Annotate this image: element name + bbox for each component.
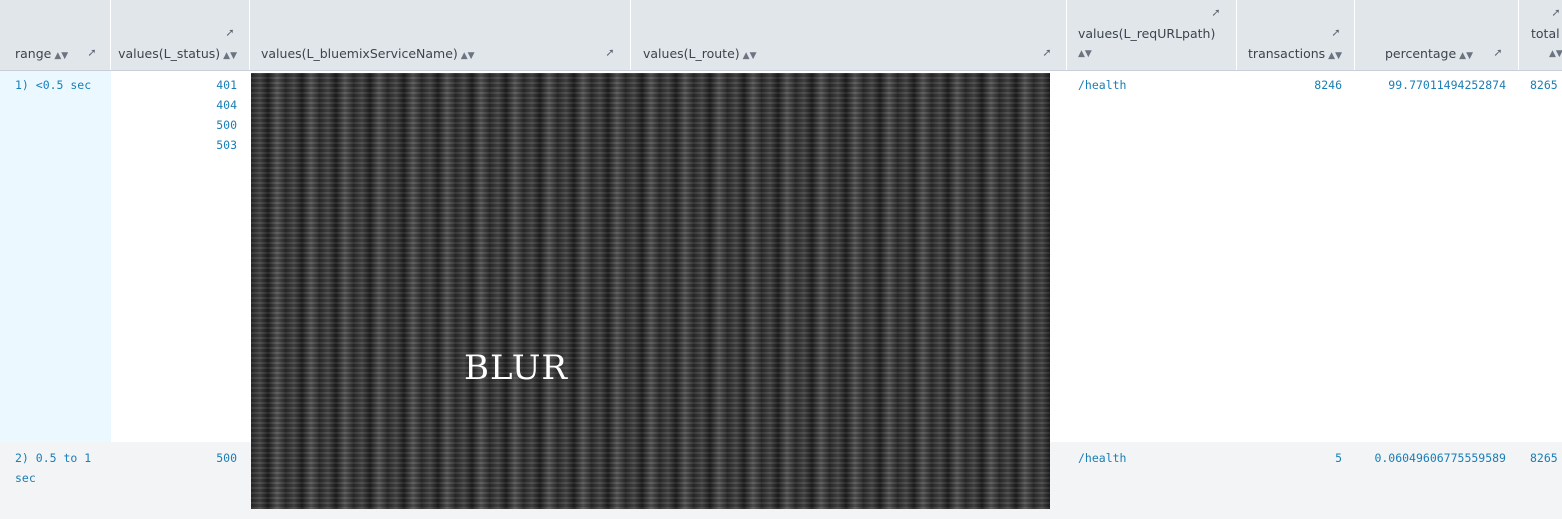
- column-label: values(L_route): [643, 46, 740, 61]
- column-label: total: [1531, 26, 1560, 41]
- percentage-value[interactable]: 99.77011494252874: [1360, 75, 1506, 95]
- column-header-range[interactable]: range ▲▼ ➚: [0, 0, 111, 70]
- sort-icon[interactable]: ▲▼: [54, 51, 68, 61]
- redaction-label: BLUR: [464, 348, 568, 388]
- range-value[interactable]: 1) <0.5 sec: [15, 75, 91, 95]
- sort-icon[interactable]: ▲▼: [743, 51, 757, 61]
- percentage-value[interactable]: 0.06049606775559589: [1360, 448, 1506, 468]
- sort-icon[interactable]: ▲▼: [1078, 49, 1092, 59]
- resize-icon[interactable]: ➚: [604, 47, 616, 59]
- transactions-value[interactable]: 5: [1240, 448, 1342, 468]
- range-line: sec: [15, 471, 36, 485]
- sort-icon[interactable]: ▲▼: [1328, 51, 1342, 61]
- column-label: transactions: [1248, 46, 1326, 61]
- total-value[interactable]: 8265: [1530, 448, 1558, 468]
- column-header-route[interactable]: values(L_route) ▲▼ ➚: [631, 0, 1067, 70]
- column-label: values(L_bluemixServiceName): [261, 46, 458, 61]
- status-value[interactable]: 500: [150, 115, 237, 135]
- resize-icon[interactable]: ➚: [86, 47, 98, 59]
- column-header-transactions[interactable]: ➚ transactions ▲▼: [1237, 0, 1355, 70]
- column-header-total[interactable]: ➚ total ▲▼: [1519, 0, 1562, 70]
- redaction-overlay: BLUR: [251, 73, 1050, 509]
- resize-icon[interactable]: ➚: [1550, 7, 1562, 19]
- column-label: values(L_reqURLpath): [1078, 26, 1216, 41]
- status-value[interactable]: 404: [150, 95, 237, 115]
- resize-icon[interactable]: ➚: [1330, 27, 1342, 39]
- req-url-path-value[interactable]: /health: [1078, 448, 1126, 468]
- column-header-req-url-path[interactable]: ➚ values(L_reqURLpath) ▲▼: [1067, 0, 1237, 70]
- status-values[interactable]: 401 404 500 503: [150, 75, 237, 155]
- column-label: values(L_status): [118, 46, 221, 61]
- column-label: range: [15, 46, 52, 61]
- range-value[interactable]: 2) 0.5 to 1 sec: [15, 448, 91, 488]
- column-label: percentage: [1384, 46, 1457, 61]
- total-value[interactable]: 8265: [1530, 75, 1558, 95]
- sort-icon[interactable]: ▲▼: [1459, 51, 1473, 61]
- sort-icon[interactable]: ▲▼: [461, 51, 475, 61]
- sort-icon[interactable]: ▲▼: [223, 51, 237, 61]
- column-header-percentage[interactable]: percentage ▲▼ ➚: [1355, 0, 1519, 70]
- resize-icon[interactable]: ➚: [1041, 47, 1053, 59]
- req-url-path-value[interactable]: /health: [1078, 75, 1126, 95]
- status-value[interactable]: 503: [150, 135, 237, 155]
- sort-icon[interactable]: ▲▼: [1549, 49, 1562, 59]
- range-cell[interactable]: [0, 71, 111, 442]
- column-header-bluemix-service-name[interactable]: values(L_bluemixServiceName) ▲▼ ➚: [250, 0, 631, 70]
- table-header: range ▲▼ ➚ ➚ values(L_status) ▲▼ values(L_…: [0, 0, 1562, 71]
- column-header-status[interactable]: ➚ values(L_status) ▲▼: [111, 0, 250, 70]
- resize-icon[interactable]: ➚: [224, 27, 236, 39]
- status-value[interactable]: 500: [150, 448, 237, 468]
- range-line: 2) 0.5 to 1: [15, 451, 92, 465]
- transactions-value[interactable]: 8246: [1240, 75, 1342, 95]
- status-value[interactable]: 401: [150, 75, 237, 95]
- resize-icon[interactable]: ➚: [1210, 7, 1222, 19]
- resize-icon[interactable]: ➚: [1492, 47, 1504, 59]
